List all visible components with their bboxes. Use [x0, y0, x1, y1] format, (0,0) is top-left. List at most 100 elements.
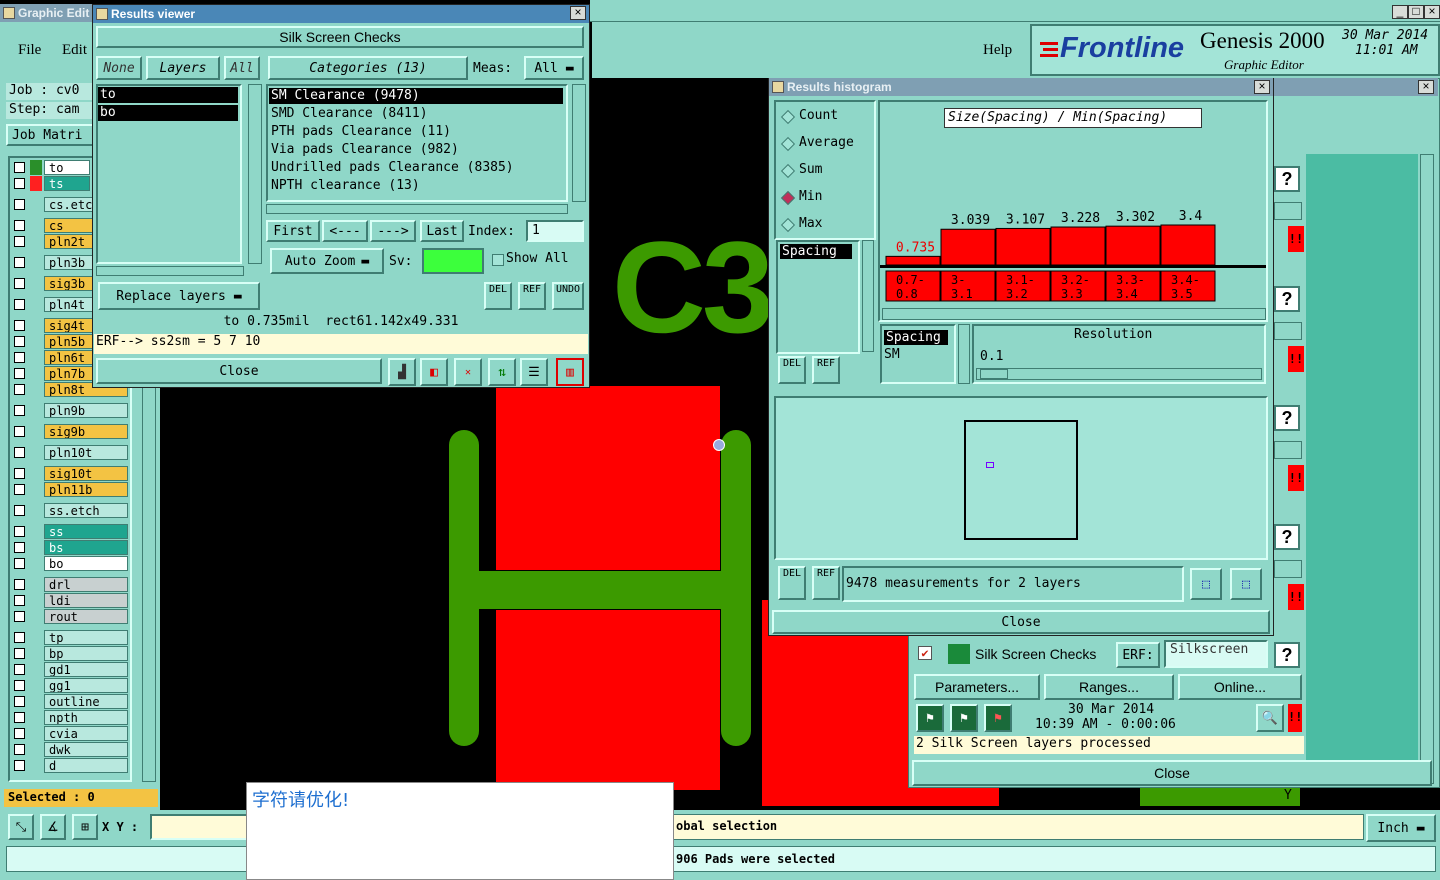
preview-ref-button[interactable]: REF: [812, 566, 840, 600]
sub-sm[interactable]: SM: [884, 347, 900, 362]
chart-hscroll[interactable]: [882, 308, 1266, 320]
close-icon[interactable]: ×: [1424, 5, 1440, 19]
layer-checkbox[interactable]: [14, 236, 25, 247]
layer-item-bo[interactable]: bo: [44, 556, 128, 571]
undo-button[interactable]: UNDO: [552, 282, 584, 310]
meas-dropdown[interactable]: All ▬: [524, 56, 584, 80]
sub-scroll[interactable]: [958, 324, 970, 384]
layer-item-sig10t[interactable]: sig10t: [44, 466, 128, 481]
layer-item-pln10t[interactable]: pln10t: [44, 445, 128, 460]
show-all-checkbox[interactable]: [492, 254, 504, 266]
layer-hscroll[interactable]: [96, 266, 244, 276]
help-question-icon[interactable]: ?: [1274, 642, 1300, 668]
silk-line[interactable]: [476, 571, 724, 609]
layer-checkbox[interactable]: [14, 744, 25, 755]
checklist-close-button[interactable]: Close: [912, 760, 1432, 786]
last-button[interactable]: Last: [420, 220, 464, 242]
layer-item-d[interactable]: d: [44, 758, 128, 773]
window-menu-icon[interactable]: [96, 8, 108, 20]
hist-del-button[interactable]: DEL: [778, 356, 806, 384]
histogram-bar[interactable]: [1105, 225, 1161, 266]
layers-swap-icon[interactable]: ⇅: [488, 358, 516, 386]
layer-checkbox[interactable]: [14, 579, 25, 590]
alert-icon[interactable]: !!: [1288, 584, 1304, 610]
help-menu[interactable]: Help: [983, 42, 1012, 59]
layer-checkbox[interactable]: [14, 162, 25, 173]
job-field[interactable]: Job : cv0: [6, 83, 94, 100]
histogram-bar[interactable]: [940, 228, 996, 266]
layer-checkbox[interactable]: [14, 336, 25, 347]
xy-input[interactable]: [150, 814, 248, 840]
category-hscroll[interactable]: [266, 204, 568, 214]
layer-checkbox[interactable]: [14, 468, 25, 479]
help-question-icon[interactable]: ?: [1274, 524, 1300, 550]
resolution-slider[interactable]: [976, 368, 1262, 380]
layer-checkbox[interactable]: [14, 426, 25, 437]
report-icon[interactable]: ☰: [520, 358, 548, 386]
layer-checkbox[interactable]: [14, 760, 25, 771]
del-button[interactable]: DEL: [484, 282, 512, 310]
layer-item-gd1[interactable]: gd1: [44, 662, 128, 677]
layer-item-bs[interactable]: bs: [44, 540, 128, 555]
file-menu[interactable]: File: [18, 42, 41, 59]
layer-item-gg1[interactable]: gg1: [44, 678, 128, 693]
layer-item-ldi[interactable]: ldi: [44, 593, 128, 608]
layer-checkbox[interactable]: [14, 447, 25, 458]
ref-button[interactable]: REF: [518, 282, 546, 310]
layer-item-cvia[interactable]: cvia: [44, 726, 128, 741]
none-button[interactable]: None: [96, 56, 142, 80]
layer-checkbox[interactable]: [14, 680, 25, 691]
erf-button[interactable]: ERF:: [1116, 642, 1160, 668]
layer-checkbox[interactable]: [14, 484, 25, 495]
layer-item-rout[interactable]: rout: [44, 609, 128, 624]
job-matrix-button[interactable]: Job Matri: [6, 124, 94, 146]
no-ref-icon[interactable]: ✕: [454, 358, 482, 386]
parameters-button[interactable]: Parameters...: [914, 674, 1040, 700]
silk-line[interactable]: [449, 430, 479, 746]
zoom-home-icon[interactable]: ⬚: [1230, 568, 1262, 600]
preview-del-button[interactable]: DEL: [778, 566, 806, 600]
layer-checkbox[interactable]: [14, 595, 25, 606]
edit-menu[interactable]: Edit: [62, 42, 87, 59]
help-question-icon[interactable]: ?: [1274, 405, 1300, 431]
checklist-close-icon[interactable]: ×: [1418, 80, 1434, 94]
help-question-icon[interactable]: ?: [1274, 286, 1300, 312]
first-button[interactable]: First: [266, 220, 320, 242]
layer-checkbox[interactable]: [14, 368, 25, 379]
layer-checkbox[interactable]: [14, 278, 25, 289]
maximize-icon[interactable]: □: [1408, 5, 1424, 19]
layer-item-ss.etch[interactable]: ss.etch: [44, 503, 128, 518]
flag-icon[interactable]: ◧: [420, 358, 448, 386]
layer-checkbox[interactable]: [14, 257, 25, 268]
alert-icon[interactable]: !!: [1288, 226, 1304, 252]
category-item[interactable]: PTH pads Clearance (11): [269, 124, 563, 140]
layer-checkbox[interactable]: [14, 384, 25, 395]
alert-icon[interactable]: !!: [1288, 704, 1302, 732]
category-item[interactable]: Undrilled pads Clearance (8385): [269, 160, 563, 176]
histogram-icon[interactable]: ▥: [556, 358, 584, 386]
layer-checkbox[interactable]: [14, 648, 25, 659]
smd-pad[interactable]: [496, 386, 720, 570]
layer-item-to[interactable]: to: [44, 160, 90, 175]
result-layer-item[interactable]: bo: [98, 105, 238, 121]
layer-checkbox[interactable]: [14, 220, 25, 231]
resolution-thumb[interactable]: [980, 369, 1008, 379]
category-scroll[interactable]: [572, 84, 586, 202]
layer-item-outline[interactable]: outline: [44, 694, 128, 709]
result-layer-item[interactable]: to: [98, 87, 238, 103]
run-icon[interactable]: ⚑: [916, 704, 944, 732]
zoom-to-icon[interactable]: ⬚: [1190, 568, 1222, 600]
layer-item-drl[interactable]: drl: [44, 577, 128, 592]
layer-checkbox[interactable]: [14, 199, 25, 210]
layer-checkbox[interactable]: [14, 526, 25, 537]
layer-checkbox[interactable]: [14, 728, 25, 739]
run-all-icon[interactable]: ⚑: [950, 704, 978, 732]
histogram-bar[interactable]: [1160, 224, 1216, 266]
layer-checkbox[interactable]: [14, 299, 25, 310]
auto-zoom-dropdown[interactable]: Auto Zoom ▬: [270, 248, 384, 274]
results-viewer-close-icon[interactable]: ×: [570, 6, 586, 20]
ranges-button[interactable]: Ranges...: [1044, 674, 1174, 700]
measure-icon[interactable]: ∡: [40, 814, 66, 840]
layer-checkbox[interactable]: [14, 712, 25, 723]
field-spacing[interactable]: Spacing: [780, 244, 852, 259]
